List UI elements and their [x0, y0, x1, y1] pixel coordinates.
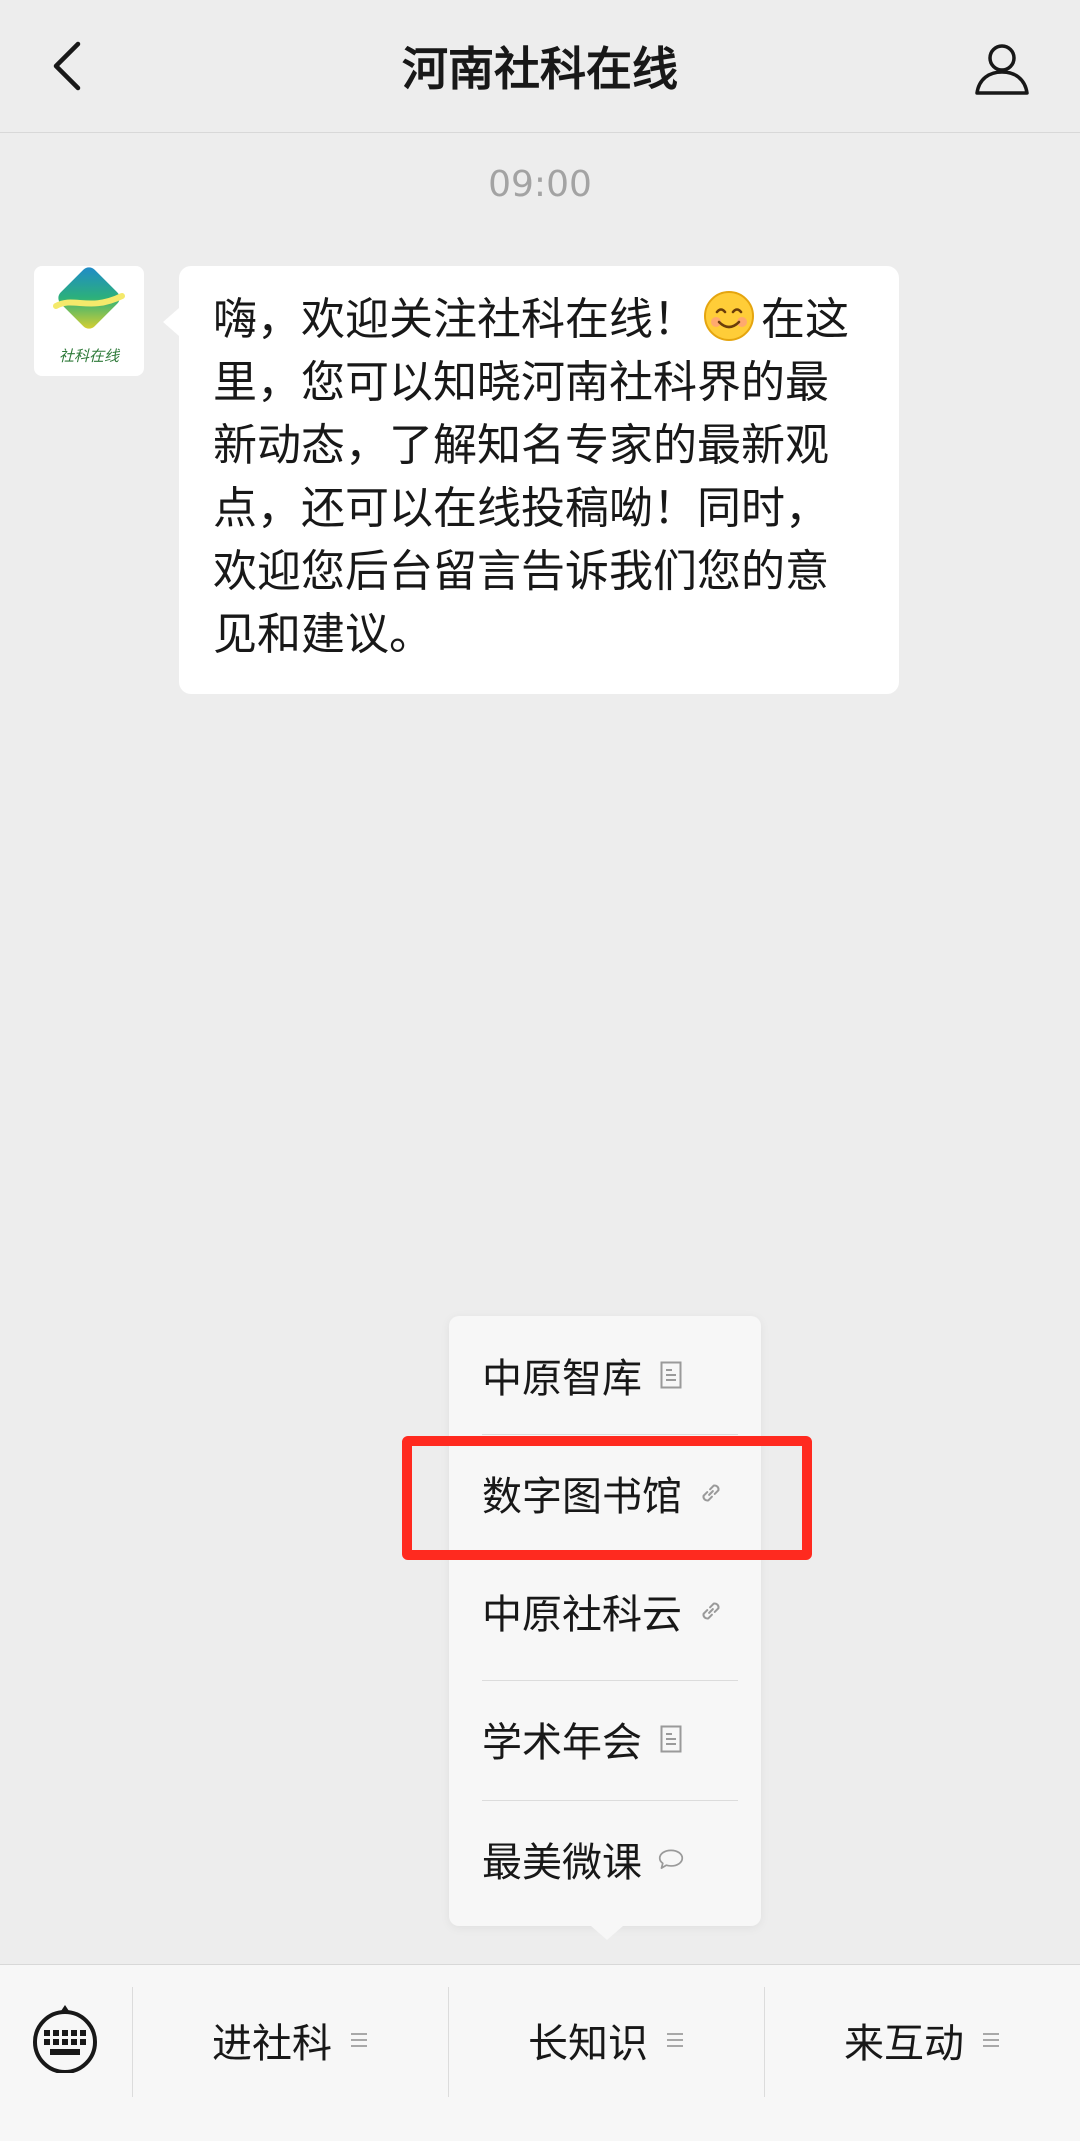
- article-icon: [658, 1360, 684, 1390]
- logo-text: 社科在线: [59, 347, 121, 365]
- message-text-part3: 里，您可以知晓河南社科界的最新动态，了解知名专家的最新观点，还可以在线投稿呦！同…: [213, 357, 829, 660]
- chevron-left-icon: [53, 41, 81, 91]
- submenu-item-academic-conference[interactable]: 学术年会: [482, 1680, 738, 1798]
- link-icon: [698, 1596, 724, 1626]
- menu-lines-icon: [982, 2032, 1000, 2048]
- submenu-item-zhongyuan-sheke-yun[interactable]: 中原社科云: [482, 1552, 738, 1670]
- avatar[interactable]: 社科在线: [34, 266, 144, 376]
- menu-lines-icon: [666, 2032, 684, 2048]
- submenu-item-zhongyuan-zhiku[interactable]: 中原智库: [482, 1316, 738, 1434]
- bottom-menu-bar: 进社科 长知识 来互动: [0, 1964, 1080, 2141]
- submenu-popup: 中原智库 数字图书馆 中原社科云 学术年会 最美微课: [449, 1316, 761, 1940]
- message-text-part1: 嗨，欢迎关注社科在线！: [213, 294, 697, 345]
- submenu-item-best-micro-course[interactable]: 最美微课: [482, 1800, 738, 1918]
- menu-tab-label: 长知识: [528, 2021, 648, 2067]
- nav-bar: 河南社科在线: [0, 0, 1080, 133]
- highlight-box: [402, 1436, 812, 1560]
- article-icon: [658, 1724, 684, 1754]
- smiling-face-icon: [704, 291, 754, 341]
- profile-button[interactable]: [970, 36, 1034, 100]
- menu-tab-zhang-zhishi[interactable]: 长知识: [448, 1965, 764, 2115]
- message-bubble[interactable]: 嗨，欢迎关注社科在线！ 在这里，您可以知晓河南社科界的最新动态，了解知名专家的最…: [163, 266, 899, 694]
- back-button[interactable]: [36, 36, 96, 96]
- speech-bubble-icon: [658, 1844, 684, 1874]
- person-icon: [975, 44, 1029, 95]
- menu-tab-label: 进社科: [212, 2021, 332, 2067]
- menu-tab-jin-sheke[interactable]: 进社科: [132, 1965, 448, 2115]
- keyboard-toggle-button[interactable]: [30, 2003, 100, 2074]
- message-text-part2: 在这: [761, 294, 849, 345]
- keyboard-icon: [33, 2005, 97, 2074]
- message-timestamp: 09:00: [488, 164, 592, 205]
- page-title: 河南社科在线: [402, 42, 678, 96]
- menu-tab-lai-hudong[interactable]: 来互动: [764, 1965, 1080, 2115]
- logo-icon: 社科在线: [53, 267, 125, 365]
- menu-lines-icon: [350, 2032, 368, 2048]
- menu-tab-label: 来互动: [844, 2021, 964, 2067]
